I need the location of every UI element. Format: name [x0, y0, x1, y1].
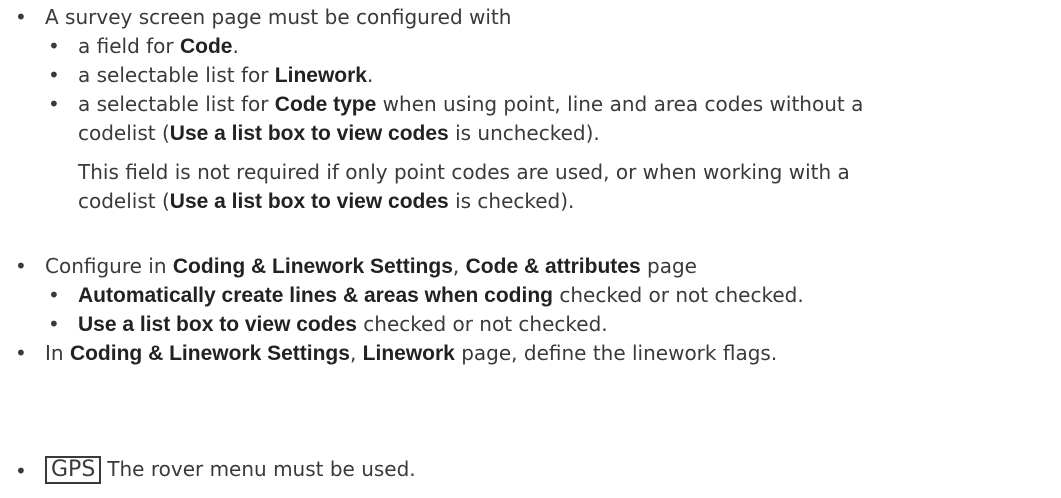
bullet-icon: • — [48, 283, 60, 307]
item-bold: Code type — [274, 93, 377, 116]
item-bold: Linework — [362, 342, 455, 365]
item-bold: Automatically create lines & areas when … — [78, 284, 553, 307]
item-bold: Use a list box to view codes — [169, 122, 449, 145]
list-item: Automatically create lines & areas when … — [78, 282, 804, 309]
bullet-icon: • — [15, 254, 27, 278]
item-text: a selectable list for — [78, 63, 275, 87]
list-item-continuation: codelist (Use a list box to view codes i… — [78, 120, 600, 147]
list-item: a field for Code. — [78, 33, 239, 60]
list-item: Use a list box to view codes checked or … — [78, 311, 608, 338]
item-text: when using point, line and area codes wi… — [376, 92, 864, 116]
list-item: Configure in Coding & Linework Settings,… — [45, 253, 697, 280]
bullet-icon: • — [48, 34, 60, 58]
bullet-icon: • — [48, 92, 60, 116]
item-text: codelist ( — [78, 189, 170, 213]
list-item: a selectable list for Linework. — [78, 62, 373, 89]
note-paragraph: codelist (Use a list box to view codes i… — [78, 188, 574, 215]
item-text: page, define the linework flags. — [454, 341, 778, 365]
item-bold: Use a list box to view codes — [78, 313, 357, 336]
item-text: This field is not required if only point… — [78, 160, 850, 184]
item-text: A survey screen page must be configured … — [45, 5, 512, 29]
item-text: codelist ( — [78, 121, 170, 145]
item-bold: Use a list box to view codes — [169, 190, 449, 213]
item-text: checked or not checked. — [553, 283, 804, 307]
list-item: a selectable list for Code type when usi… — [78, 91, 863, 118]
note-paragraph: This field is not required if only point… — [78, 159, 850, 185]
item-bold: Linework — [274, 64, 367, 87]
item-bold: Coding & Linework Settings — [172, 255, 453, 278]
item-text: , — [452, 254, 466, 278]
item-text: a field for — [78, 34, 180, 58]
item-bold: Code & attributes — [465, 255, 641, 278]
item-text: page — [640, 254, 697, 278]
item-text: is unchecked). — [448, 121, 600, 145]
item-text: a selectable list for — [78, 92, 275, 116]
item-text: Configure in — [45, 254, 173, 278]
item-text: . — [366, 63, 374, 87]
bullet-icon: • — [15, 5, 27, 29]
list-item: A survey screen page must be configured … — [45, 4, 511, 30]
item-text: is checked). — [448, 189, 575, 213]
bullet-icon: • — [15, 341, 27, 365]
list-item: In Coding & Linework Settings, Linework … — [45, 340, 777, 367]
bullet-icon: • — [48, 63, 60, 87]
item-text: The rover menu must be used. — [107, 457, 416, 481]
item-bold: Code — [179, 35, 233, 58]
item-text: checked or not checked. — [356, 312, 608, 336]
item-text: . — [232, 34, 239, 58]
item-text: , — [349, 341, 363, 365]
gps-key-label: GPS — [45, 456, 102, 484]
list-item: GPS The rover menu must be used. — [45, 456, 416, 484]
bullet-icon: • — [15, 459, 27, 483]
bullet-icon: • — [48, 312, 60, 336]
item-bold: Coding & Linework Settings — [69, 342, 350, 365]
item-text: In — [45, 341, 70, 365]
